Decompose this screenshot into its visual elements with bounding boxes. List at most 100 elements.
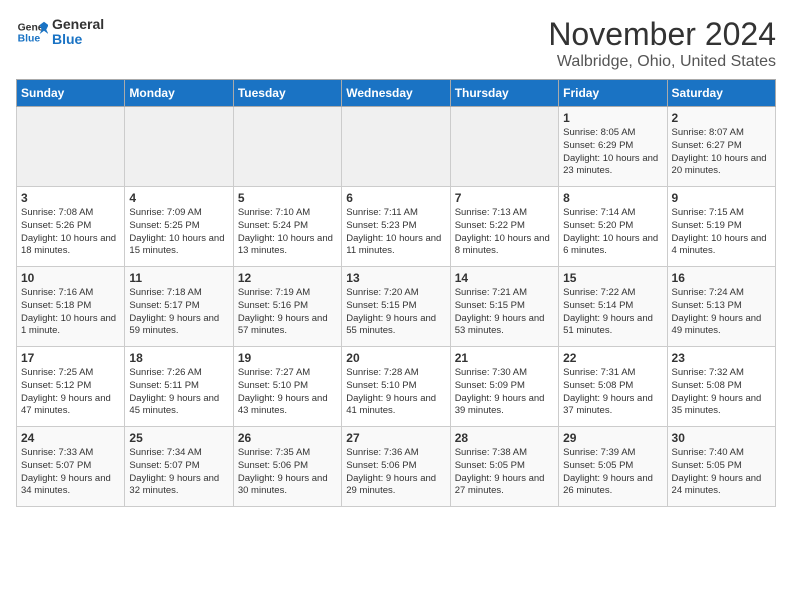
- day-number: 1: [563, 111, 662, 125]
- day-content: Sunrise: 7:21 AM Sunset: 5:15 PM Dayligh…: [455, 287, 554, 338]
- calendar-cell: 15Sunrise: 7:22 AM Sunset: 5:14 PM Dayli…: [559, 267, 667, 347]
- calendar-cell: 8 Sunrise: 7:14 AM Sunset: 5:20 PM Daylig…: [559, 187, 667, 267]
- day-content: Sunrise: 7:33 AM Sunset: 5:07 PM Dayligh…: [21, 447, 120, 498]
- day-content: Sunrise: 8:07 AM Sunset: 6:27 PM Dayligh…: [672, 127, 771, 178]
- header-friday: Friday: [559, 80, 667, 107]
- day-content: Sunrise: 7:32 AM Sunset: 5:08 PM Dayligh…: [672, 367, 771, 418]
- calendar-cell: 11 Sunrise: 7:18 AM Sunset: 5:17 PM Dayli…: [125, 267, 233, 347]
- calendar-cell: 9 Sunrise: 7:15 AM Sunset: 5:19 PM Daylig…: [667, 187, 775, 267]
- day-number: 17: [21, 351, 120, 365]
- calendar-cell: 24 Sunrise: 7:33 AM Sunset: 5:07 PM Dayli…: [17, 427, 125, 507]
- day-number: 16: [672, 271, 771, 285]
- calendar-cell: 23 Sunrise: 7:32 AM Sunset: 5:08 PM Dayli…: [667, 347, 775, 427]
- calendar-cell: 27Sunrise: 7:36 AM Sunset: 5:06 PM Dayli…: [342, 427, 450, 507]
- header-saturday: Saturday: [667, 80, 775, 107]
- day-number: 4: [129, 191, 228, 205]
- day-number: 20: [346, 351, 445, 365]
- day-content: Sunrise: 7:16 AM Sunset: 5:18 PM Dayligh…: [21, 287, 120, 338]
- day-content: Sunrise: 7:14 AM Sunset: 5:20 PM Dayligh…: [563, 207, 662, 258]
- week-row-5: 24 Sunrise: 7:33 AM Sunset: 5:07 PM Dayli…: [17, 427, 776, 507]
- day-content: Sunrise: 7:27 AM Sunset: 5:10 PM Dayligh…: [238, 367, 337, 418]
- svg-text:Blue: Blue: [18, 34, 41, 45]
- day-number: 8: [563, 191, 662, 205]
- calendar-cell: 5Sunrise: 7:10 AM Sunset: 5:24 PM Daylig…: [233, 187, 341, 267]
- week-row-3: 10Sunrise: 7:16 AM Sunset: 5:18 PM Dayli…: [17, 267, 776, 347]
- calendar-cell: 7 Sunrise: 7:13 AM Sunset: 5:22 PM Daylig…: [450, 187, 558, 267]
- day-content: Sunrise: 7:19 AM Sunset: 5:16 PM Dayligh…: [238, 287, 337, 338]
- day-content: Sunrise: 7:11 AM Sunset: 5:23 PM Dayligh…: [346, 207, 445, 258]
- calendar-cell: 28Sunrise: 7:38 AM Sunset: 5:05 PM Dayli…: [450, 427, 558, 507]
- calendar-cell: [17, 107, 125, 187]
- day-number: 2: [672, 111, 771, 125]
- page-header: General Blue General Blue November 2024 …: [16, 16, 776, 71]
- header-wednesday: Wednesday: [342, 80, 450, 107]
- day-number: 24: [21, 431, 120, 445]
- calendar-cell: [125, 107, 233, 187]
- day-number: 7: [455, 191, 554, 205]
- day-content: Sunrise: 7:08 AM Sunset: 5:26 PM Dayligh…: [21, 207, 120, 258]
- day-number: 11: [129, 271, 228, 285]
- day-number: 22: [563, 351, 662, 365]
- calendar-cell: [342, 107, 450, 187]
- calendar-cell: 6 Sunrise: 7:11 AM Sunset: 5:23 PM Daylig…: [342, 187, 450, 267]
- header-tuesday: Tuesday: [233, 80, 341, 107]
- day-number: 13: [346, 271, 445, 285]
- day-number: 12: [238, 271, 337, 285]
- day-content: Sunrise: 7:35 AM Sunset: 5:06 PM Dayligh…: [238, 447, 337, 498]
- day-number: 14: [455, 271, 554, 285]
- calendar-cell: [450, 107, 558, 187]
- header-monday: Monday: [125, 80, 233, 107]
- calendar-cell: 29 Sunrise: 7:39 AM Sunset: 5:05 PM Dayli…: [559, 427, 667, 507]
- title-block: November 2024 Walbridge, Ohio, United St…: [548, 16, 776, 71]
- day-number: 19: [238, 351, 337, 365]
- day-content: Sunrise: 7:36 AM Sunset: 5:06 PM Dayligh…: [346, 447, 445, 498]
- day-number: 6: [346, 191, 445, 205]
- day-number: 9: [672, 191, 771, 205]
- day-number: 29: [563, 431, 662, 445]
- day-content: Sunrise: 7:31 AM Sunset: 5:08 PM Dayligh…: [563, 367, 662, 418]
- day-number: 23: [672, 351, 771, 365]
- week-row-1: 1 Sunrise: 8:05 AM Sunset: 6:29 PM Daylig…: [17, 107, 776, 187]
- calendar-cell: 18Sunrise: 7:26 AM Sunset: 5:11 PM Dayli…: [125, 347, 233, 427]
- day-content: Sunrise: 7:30 AM Sunset: 5:09 PM Dayligh…: [455, 367, 554, 418]
- calendar-cell: 2 Sunrise: 8:07 AM Sunset: 6:27 PM Daylig…: [667, 107, 775, 187]
- logo-blue: Blue: [52, 32, 104, 47]
- calendar-header-row: SundayMondayTuesdayWednesdayThursdayFrid…: [17, 80, 776, 107]
- day-content: Sunrise: 7:38 AM Sunset: 5:05 PM Dayligh…: [455, 447, 554, 498]
- day-number: 21: [455, 351, 554, 365]
- day-content: Sunrise: 7:18 AM Sunset: 5:17 PM Dayligh…: [129, 287, 228, 338]
- day-content: Sunrise: 7:20 AM Sunset: 5:15 PM Dayligh…: [346, 287, 445, 338]
- calendar-cell: 1 Sunrise: 8:05 AM Sunset: 6:29 PM Daylig…: [559, 107, 667, 187]
- day-content: Sunrise: 7:25 AM Sunset: 5:12 PM Dayligh…: [21, 367, 120, 418]
- location: Walbridge, Ohio, United States: [548, 53, 776, 71]
- calendar-cell: 16 Sunrise: 7:24 AM Sunset: 5:13 PM Dayli…: [667, 267, 775, 347]
- day-content: Sunrise: 7:28 AM Sunset: 5:10 PM Dayligh…: [346, 367, 445, 418]
- calendar-cell: 22 Sunrise: 7:31 AM Sunset: 5:08 PM Dayli…: [559, 347, 667, 427]
- week-row-2: 3 Sunrise: 7:08 AM Sunset: 5:26 PM Daylig…: [17, 187, 776, 267]
- day-content: Sunrise: 7:22 AM Sunset: 5:14 PM Dayligh…: [563, 287, 662, 338]
- calendar-cell: 14 Sunrise: 7:21 AM Sunset: 5:15 PM Dayli…: [450, 267, 558, 347]
- day-content: Sunrise: 7:40 AM Sunset: 5:05 PM Dayligh…: [672, 447, 771, 498]
- calendar-cell: 3 Sunrise: 7:08 AM Sunset: 5:26 PM Daylig…: [17, 187, 125, 267]
- day-content: Sunrise: 7:15 AM Sunset: 5:19 PM Dayligh…: [672, 207, 771, 258]
- calendar-cell: 12 Sunrise: 7:19 AM Sunset: 5:16 PM Dayli…: [233, 267, 341, 347]
- day-number: 26: [238, 431, 337, 445]
- day-content: Sunrise: 7:39 AM Sunset: 5:05 PM Dayligh…: [563, 447, 662, 498]
- day-number: 3: [21, 191, 120, 205]
- calendar-cell: [233, 107, 341, 187]
- day-content: Sunrise: 7:13 AM Sunset: 5:22 PM Dayligh…: [455, 207, 554, 258]
- week-row-4: 17 Sunrise: 7:25 AM Sunset: 5:12 PM Dayli…: [17, 347, 776, 427]
- day-content: Sunrise: 8:05 AM Sunset: 6:29 PM Dayligh…: [563, 127, 662, 178]
- month-title: November 2024: [548, 16, 776, 53]
- calendar-cell: 13 Sunrise: 7:20 AM Sunset: 5:15 PM Dayli…: [342, 267, 450, 347]
- header-sunday: Sunday: [17, 80, 125, 107]
- calendar-cell: 4 Sunrise: 7:09 AM Sunset: 5:25 PM Daylig…: [125, 187, 233, 267]
- calendar-cell: 21 Sunrise: 7:30 AM Sunset: 5:09 PM Dayli…: [450, 347, 558, 427]
- day-content: Sunrise: 7:24 AM Sunset: 5:13 PM Dayligh…: [672, 287, 771, 338]
- calendar-cell: 19 Sunrise: 7:27 AM Sunset: 5:10 PM Dayli…: [233, 347, 341, 427]
- calendar-cell: 25Sunrise: 7:34 AM Sunset: 5:07 PM Dayli…: [125, 427, 233, 507]
- day-content: Sunrise: 7:09 AM Sunset: 5:25 PM Dayligh…: [129, 207, 228, 258]
- header-thursday: Thursday: [450, 80, 558, 107]
- day-number: 18: [129, 351, 228, 365]
- day-number: 5: [238, 191, 337, 205]
